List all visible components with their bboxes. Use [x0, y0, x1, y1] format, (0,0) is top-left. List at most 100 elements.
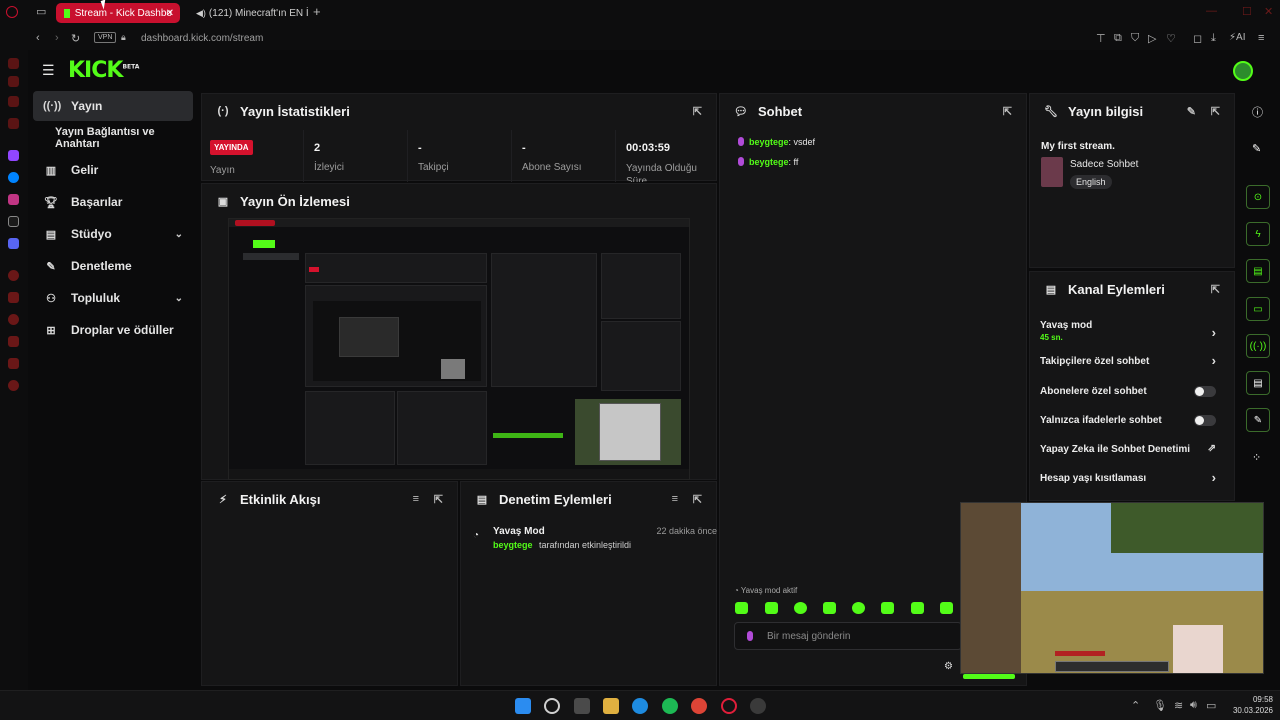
avatar[interactable] — [1233, 61, 1253, 81]
heart-icon[interactable]: ♡ — [1166, 32, 1176, 45]
event-user[interactable]: beygtege — [493, 540, 533, 550]
emote-icon[interactable] — [765, 602, 778, 614]
emotes-only-toggle[interactable] — [1194, 415, 1216, 426]
rail-info-button[interactable]: ✎ — [1246, 408, 1270, 432]
microphone-icon[interactable]: 🎙︎ — [1153, 699, 1167, 712]
stream-preview-video[interactable] — [228, 218, 690, 480]
nav-item-droplar[interactable]: ⊞ Droplar ve ödüller — [33, 315, 193, 345]
action-slow-mode[interactable]: Yavaş mod 45 sn. › — [1040, 320, 1226, 348]
sidebar-app-icon[interactable] — [8, 292, 19, 303]
nav-item-yayin[interactable]: ((·)) Yayın — [33, 91, 193, 121]
emote-icon[interactable] — [911, 602, 924, 614]
spotify-icon[interactable] — [662, 698, 678, 714]
kick-logo[interactable]: KICKBETA — [68, 58, 139, 83]
rail-activity-button[interactable]: ϟ — [1246, 222, 1270, 246]
rail-broadcast-button[interactable]: ((·)) — [1246, 334, 1270, 358]
subscribers-only-toggle[interactable] — [1194, 386, 1216, 397]
action-followers-only[interactable]: Takipçilere özel sohbet › — [1040, 353, 1226, 382]
edge-icon[interactable] — [632, 698, 648, 714]
sidebar-app-icon[interactable] — [8, 76, 19, 87]
chat-username[interactable]: beygtege — [749, 137, 789, 147]
nav-item-basarilar[interactable]: 🏆︎ Başarılar — [33, 187, 193, 217]
new-tab-icon[interactable]: + — [313, 4, 321, 19]
filter-icon[interactable]: ≡ — [672, 493, 678, 505]
nav-item-studyo[interactable]: ▤ Stüdyo ⌄ — [33, 219, 193, 249]
sidebar-app-icon[interactable] — [8, 96, 19, 107]
ai-button[interactable]: ⚡︎ AI — [1229, 32, 1245, 43]
sidebar-app-icon[interactable] — [8, 314, 19, 325]
pin-icon[interactable]: ⊤ — [1096, 32, 1106, 45]
stream-category[interactable]: Sadece Sohbet — [1070, 159, 1138, 170]
close-window-icon[interactable]: ✕ — [1264, 5, 1273, 18]
edit-icon[interactable]: ✎ — [1252, 142, 1261, 155]
edit-icon[interactable]: ✎ — [1187, 105, 1196, 118]
layout-icon[interactable]: ⁘ — [1252, 451, 1261, 464]
rail-actions-button[interactable]: ▤ — [1246, 371, 1270, 395]
messenger-icon[interactable] — [8, 172, 19, 183]
discord-icon[interactable] — [8, 238, 19, 249]
popout-icon[interactable]: ⇱ — [1211, 283, 1220, 296]
url-field[interactable]: dashboard.kick.com/stream — [141, 33, 263, 44]
file-explorer-icon[interactable] — [603, 698, 619, 714]
nav-item-denetleme[interactable]: ✎ Denetleme — [33, 251, 193, 281]
download-icon[interactable]: ⤓ — [1211, 32, 1216, 45]
reload-icon[interactable]: ↻ — [71, 32, 80, 45]
wifi-icon[interactable]: ≋ — [1174, 699, 1183, 712]
rail-moderation-button[interactable]: ▤ — [1246, 259, 1270, 283]
forward-icon[interactable]: › — [55, 32, 59, 44]
rail-chat-button[interactable]: ▭ — [1246, 297, 1270, 321]
workspaces-icon[interactable]: ▭ — [36, 5, 46, 18]
popout-icon[interactable]: ⇱ — [1003, 105, 1012, 118]
player-icon[interactable]: ▷ — [1148, 32, 1156, 45]
action-ai-moderation[interactable]: Yapay Zeka ile Sohbet Denetimi ⇗ — [1040, 442, 1226, 470]
sidebar-app-icon[interactable] — [8, 336, 19, 347]
minimize-icon[interactable]: — — [1206, 5, 1217, 17]
popout-icon[interactable]: ⇱ — [1211, 105, 1220, 118]
search-icon[interactable] — [544, 698, 560, 714]
settings-icon[interactable] — [8, 380, 19, 391]
menu-icon[interactable]: ≡ — [1258, 32, 1264, 44]
action-account-age[interactable]: Hesap yaşı kısıtlaması › — [1040, 470, 1226, 499]
wallet-icon[interactable]: ◻ — [1193, 32, 1202, 45]
tab-kick-dashboard[interactable]: Stream - Kick Dashbo ✕ — [56, 3, 180, 23]
emote-icon[interactable] — [735, 602, 748, 614]
popout-icon[interactable]: ⇱ — [693, 105, 702, 118]
opera-gx-icon[interactable] — [721, 698, 737, 714]
emote-icon[interactable] — [940, 602, 953, 614]
emote-icon[interactable] — [852, 602, 865, 614]
nav-item-stream-key[interactable]: Yayın Bağlantısı ve Anahtarı — [33, 123, 193, 153]
chat-username[interactable]: beygtege — [749, 157, 789, 167]
chrome-icon[interactable] — [691, 698, 707, 714]
chat-input[interactable]: Bir mesaj gönderin — [734, 622, 962, 650]
hamburger-menu-icon[interactable]: ☰ — [42, 62, 55, 79]
sidebar-app-icon[interactable] — [8, 118, 19, 129]
emote-icon[interactable] — [823, 602, 836, 614]
tab-youtube[interactable]: ◀) (121) Minecraft'ın EN İY — [184, 3, 308, 23]
x-icon[interactable] — [8, 216, 19, 227]
nav-item-topluluk[interactable]: ⚇ Topluluk ⌄ — [33, 283, 193, 313]
sidebar-app-icon[interactable] — [8, 270, 19, 281]
close-tab-icon[interactable]: ✕ — [166, 8, 174, 19]
back-icon[interactable]: ‹ — [36, 32, 40, 44]
filter-icon[interactable]: ≡ — [413, 493, 419, 505]
chevron-up-icon[interactable]: ⌃ — [1131, 699, 1140, 712]
maximize-icon[interactable]: ☐ — [1242, 5, 1252, 18]
obs-icon[interactable] — [750, 698, 766, 714]
rail-stats-button[interactable]: ⊙ — [1246, 185, 1270, 209]
instagram-icon[interactable] — [8, 194, 19, 205]
emote-icon[interactable] — [881, 602, 894, 614]
sidebar-app-icon[interactable] — [8, 58, 19, 69]
chat-settings-icon[interactable]: ⚙︎ — [944, 661, 953, 672]
info-icon[interactable]: ⓘ — [1252, 104, 1263, 120]
start-icon[interactable] — [515, 698, 531, 714]
task-view-icon[interactable] — [574, 698, 590, 714]
vpn-button[interactable]: VPN — [94, 32, 117, 43]
browser-logo-icon[interactable] — [6, 6, 18, 18]
clock-date[interactable]: 30.03.2026 — [1225, 706, 1273, 715]
volume-icon[interactable]: 🔊︎ — [1190, 699, 1197, 712]
clock-time[interactable]: 09:58 — [1233, 695, 1273, 704]
twitch-icon[interactable] — [8, 150, 19, 161]
screenshot-icon[interactable]: ⧉ — [1114, 32, 1122, 45]
emote-icon[interactable] — [794, 602, 807, 614]
popout-icon[interactable]: ⇱ — [693, 493, 702, 506]
